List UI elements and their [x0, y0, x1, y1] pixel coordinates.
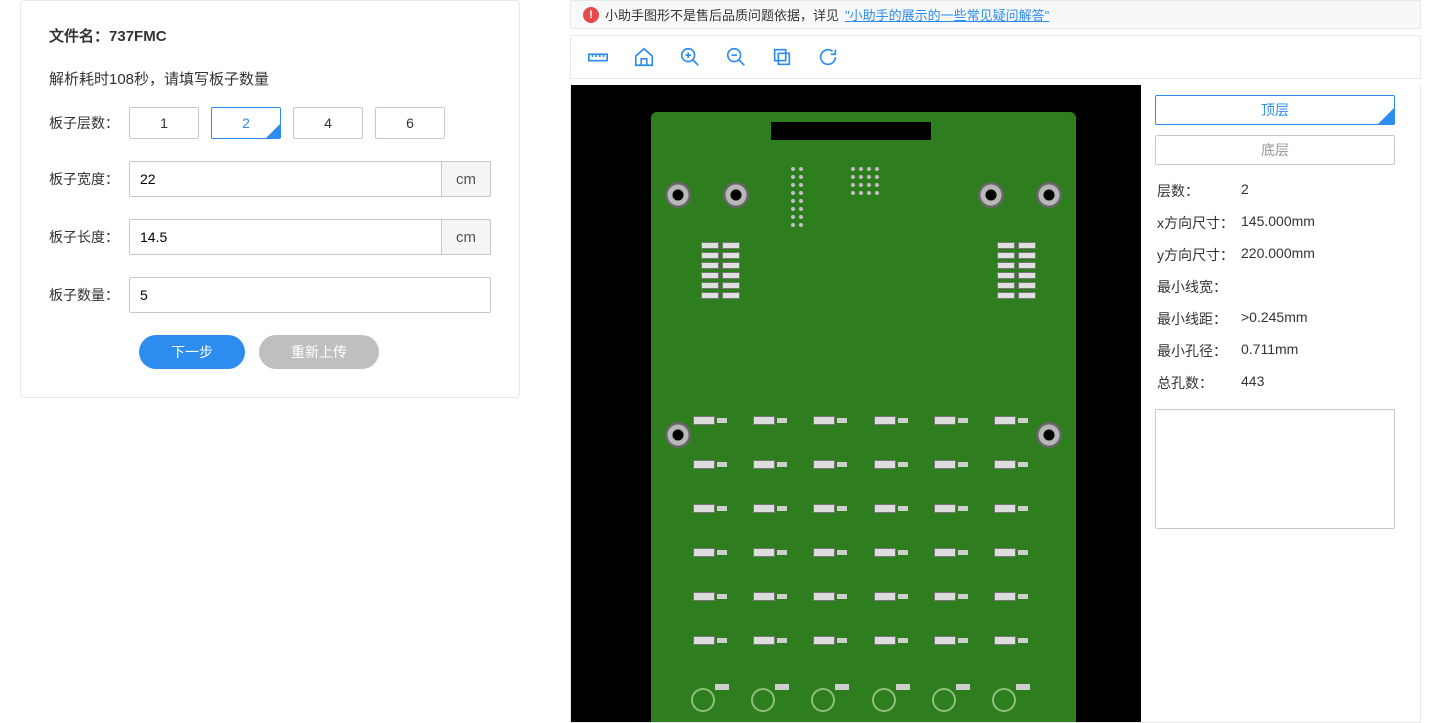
info-mintrace-label: 最小线宽： — [1157, 277, 1241, 297]
file-name-row: 文件名：737FMC — [49, 25, 491, 46]
bottom-layer-button[interactable]: 底层 — [1155, 135, 1395, 165]
zoom-in-icon[interactable] — [679, 46, 701, 68]
notice-text: 小助手图形不是售后品质问题依据，详见 — [605, 5, 839, 24]
viewer-toolbar — [570, 35, 1421, 79]
description-box[interactable] — [1155, 409, 1395, 529]
length-label: 板子长度： — [49, 227, 129, 247]
notice-link[interactable]: "小助手的展示的一些常见疑问解答" — [845, 5, 1049, 24]
length-input[interactable] — [129, 219, 442, 255]
ruler-icon[interactable] — [587, 46, 609, 68]
info-x-label: x方向尺寸： — [1157, 213, 1241, 233]
width-unit: cm — [442, 161, 491, 197]
width-label: 板子宽度： — [49, 169, 129, 189]
info-minspace-label: 最小线距： — [1157, 309, 1241, 329]
copy-icon[interactable] — [771, 46, 793, 68]
info-minspace-value: >0.245mm — [1241, 309, 1308, 329]
layer-option-1[interactable]: 1 — [129, 107, 199, 139]
layer-options: 1 2 4 6 — [129, 107, 445, 139]
layer-option-4[interactable]: 4 — [293, 107, 363, 139]
layer-option-6[interactable]: 6 — [375, 107, 445, 139]
file-label: 文件名： — [49, 28, 109, 45]
form-card: 文件名：737FMC 解析耗时108秒，请填写板子数量 板子层数： 1 2 4 … — [20, 0, 520, 398]
info-x-value: 145.000mm — [1241, 213, 1315, 233]
top-layer-button[interactable]: 顶层 — [1155, 95, 1395, 125]
side-panel: 顶层 底层 层数：2 x方向尺寸：145.000mm y方向尺寸：220.000… — [1155, 85, 1395, 722]
file-name-value: 737FMC — [109, 28, 167, 45]
qty-input[interactable] — [129, 277, 491, 313]
info-y-label: y方向尺寸： — [1157, 245, 1241, 265]
notice-bar: ! 小助手图形不是售后品质问题依据，详见 "小助手的展示的一些常见疑问解答" — [570, 0, 1421, 29]
info-layers-value: 2 — [1241, 181, 1249, 201]
width-input[interactable] — [129, 161, 442, 197]
next-button[interactable]: 下一步 — [139, 335, 245, 369]
length-unit: cm — [442, 219, 491, 255]
info-y-value: 220.000mm — [1241, 245, 1315, 265]
info-minhole-value: 0.711mm — [1241, 341, 1298, 361]
pcb-viewer[interactable] — [571, 85, 1141, 722]
warning-icon: ! — [583, 7, 599, 23]
layer-option-2[interactable]: 2 — [211, 107, 281, 139]
info-list: 层数：2 x方向尺寸：145.000mm y方向尺寸：220.000mm 最小线… — [1155, 175, 1395, 399]
reupload-button[interactable]: 重新上传 — [259, 335, 379, 369]
home-icon[interactable] — [633, 46, 655, 68]
info-totalholes-value: 443 — [1241, 373, 1264, 393]
info-minhole-label: 最小孔径： — [1157, 341, 1241, 361]
qty-label: 板子数量： — [49, 285, 129, 305]
info-layers-label: 层数： — [1157, 181, 1241, 201]
zoom-out-icon[interactable] — [725, 46, 747, 68]
parse-subtitle: 解析耗时108秒，请填写板子数量 — [49, 68, 491, 89]
layers-label: 板子层数： — [49, 113, 129, 133]
rotate-icon[interactable] — [817, 46, 839, 68]
info-totalholes-label: 总孔数： — [1157, 373, 1241, 393]
